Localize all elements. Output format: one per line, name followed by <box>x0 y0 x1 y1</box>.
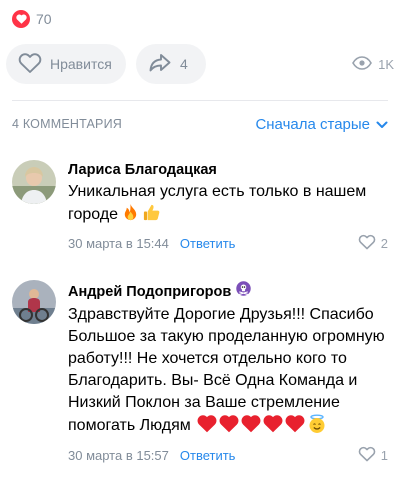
reactions-count: 70 <box>36 11 52 27</box>
comment-likes-count: 1 <box>380 447 388 463</box>
reply-button[interactable]: Ответить <box>180 236 236 251</box>
comment-author[interactable]: Андрей Подопригоров <box>68 280 388 303</box>
red-heart-emoji-icon <box>219 414 239 441</box>
eye-icon <box>352 55 373 73</box>
sort-label: Сначала старые <box>255 115 370 133</box>
comments-sort-dropdown[interactable]: Сначала старые <box>255 116 388 133</box>
comment-item: Лариса Благодацкая Уникальная услуга ест… <box>12 160 388 260</box>
comment-author[interactable]: Лариса Благодацкая <box>68 160 388 180</box>
like-button-label: Нравится <box>50 56 112 72</box>
comment-text: Здравствуйте Дорогие Друзья!!! Спасибо Б… <box>68 304 388 441</box>
red-heart-emoji-icon <box>285 414 305 441</box>
heart-outline-icon <box>358 234 376 253</box>
comments-count-label: 4 КОММЕНТАРИЯ <box>12 117 122 131</box>
comment-body: Андрей Подопригоров Здравствуйте Дорогие… <box>68 280 388 466</box>
views-count: 1K <box>378 56 394 72</box>
comment-emoji <box>121 203 161 229</box>
like-button[interactable]: Нравится <box>6 44 126 84</box>
comment-author-name: Андрей Подопригоров <box>68 283 232 300</box>
post-actions-bar: Нравится 4 1K <box>6 44 394 84</box>
reply-button[interactable]: Ответить <box>180 448 236 463</box>
red-heart-emoji-icon <box>241 414 261 441</box>
comment-text: Уникальная услуга есть только в нашем го… <box>68 181 388 229</box>
comment-meta: 30 марта в 15:57 Ответить 1 <box>68 444 388 466</box>
comment-date: 30 марта в 15:44 <box>68 235 169 251</box>
reactions-summary[interactable]: 70 <box>12 10 52 28</box>
fire-emoji-icon <box>121 203 140 229</box>
share-arrow-icon <box>148 52 172 77</box>
heart-outline-icon <box>358 446 376 465</box>
smiling-face-with-halo-emoji-icon <box>307 414 327 441</box>
comment-likes-count: 2 <box>380 235 388 251</box>
shares-count: 4 <box>180 56 188 72</box>
red-heart-emoji-icon <box>197 414 217 441</box>
avatar[interactable] <box>12 160 56 204</box>
comment-meta: 30 марта в 15:44 Ответить 2 <box>68 232 388 254</box>
comment-like-button[interactable]: 2 <box>358 232 388 254</box>
thumbs-up-emoji-icon <box>142 203 161 229</box>
chevron-down-icon <box>376 116 388 133</box>
pirate-flag-emoji-icon <box>235 280 252 303</box>
heart-outline-icon <box>18 52 42 77</box>
heart-reaction-icon <box>12 10 30 28</box>
section-divider <box>12 100 388 101</box>
comment-author-name: Лариса Благодацкая <box>68 162 217 178</box>
comment-date: 30 марта в 15:57 <box>68 447 169 463</box>
comment-text-content: Уникальная услуга есть только в нашем го… <box>68 183 367 223</box>
comment-emoji <box>197 414 327 441</box>
avatar[interactable] <box>12 280 56 324</box>
red-heart-emoji-icon <box>263 414 283 441</box>
comment-body: Лариса Благодацкая Уникальная услуга ест… <box>68 160 388 254</box>
comment-item: Андрей Подопригоров Здравствуйте Дорогие… <box>12 280 388 480</box>
comment-like-button[interactable]: 1 <box>358 444 388 466</box>
share-button[interactable]: 4 <box>136 44 206 84</box>
views-counter: 1K <box>352 44 394 84</box>
comments-header: 4 КОММЕНТАРИЯ Сначала старые <box>12 110 388 138</box>
